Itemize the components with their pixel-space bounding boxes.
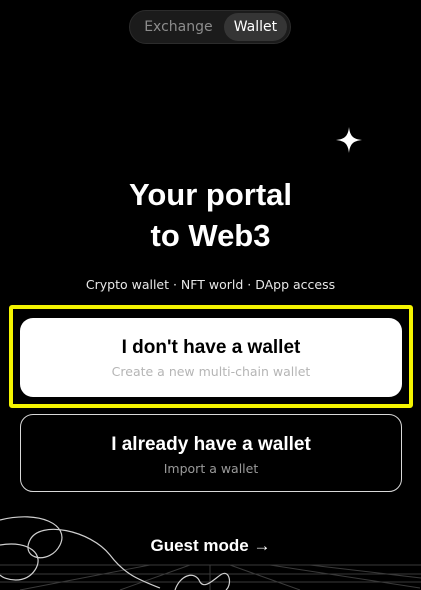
guest-mode-link[interactable]: Guest mode → bbox=[0, 536, 421, 556]
tab-exchange[interactable]: Exchange bbox=[133, 13, 224, 41]
mode-toggle: Exchange Wallet bbox=[129, 10, 291, 44]
title-line-2: to Web3 bbox=[150, 218, 271, 253]
page-title: Your portal to Web3 bbox=[0, 174, 421, 256]
title-line-1: Your portal bbox=[128, 177, 293, 212]
arrow-right-icon: → bbox=[253, 536, 271, 555]
tagline: Crypto wallet · NFT world · DApp access bbox=[85, 277, 336, 292]
import-wallet-title: I already have a wallet bbox=[111, 434, 311, 455]
tab-wallet[interactable]: Wallet bbox=[223, 13, 287, 41]
selection-highlight bbox=[9, 305, 413, 408]
sparkle-icon bbox=[336, 127, 362, 153]
import-wallet-subtitle: Import a wallet bbox=[163, 461, 259, 476]
guest-mode-label: Guest mode bbox=[150, 536, 249, 555]
import-wallet-button[interactable]: I already have a wallet Import a wallet bbox=[20, 414, 402, 492]
